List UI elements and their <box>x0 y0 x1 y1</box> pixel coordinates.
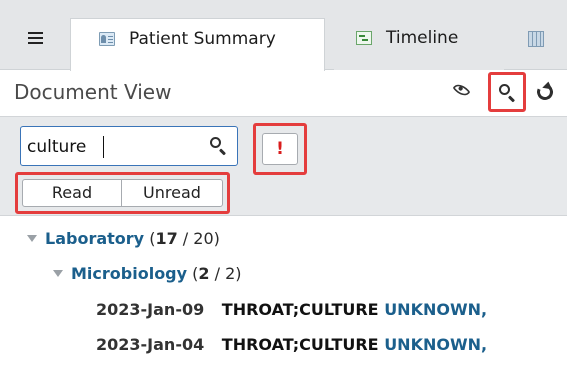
total-count: 20 <box>193 229 214 248</box>
important-filter-button[interactable]: ! <box>253 123 307 175</box>
tab-grid[interactable] <box>510 18 567 70</box>
text-cursor <box>103 136 104 158</box>
search-icon[interactable] <box>209 136 227 156</box>
refresh-icon[interactable] <box>533 80 557 104</box>
document-row[interactable]: 2023-Jan-09 THROAT;CULTURE UNKNOWN, <box>96 300 487 319</box>
category-count: (2 / 2) <box>192 264 242 283</box>
unread-count: 17 <box>155 229 178 248</box>
category-name: Microbiology <box>71 264 188 283</box>
eye-icon[interactable] <box>448 80 474 100</box>
read-button[interactable]: Read <box>23 180 122 206</box>
document-name: THROAT;CULTURE <box>221 335 379 354</box>
search-input[interactable] <box>27 133 197 161</box>
patient-summary-icon <box>99 32 115 46</box>
page-title: Document View <box>14 80 172 104</box>
category-count: (17 / 20) <box>149 229 220 248</box>
tab-label: Timeline <box>386 28 459 48</box>
unread-count: 2 <box>198 264 210 283</box>
tab-patient-summary[interactable]: Patient Summary <box>70 18 325 71</box>
document-date: 2023-Jan-04 <box>96 335 205 354</box>
unread-button[interactable]: Unread <box>122 180 222 206</box>
tab-bar: Patient Summary Timeline <box>0 0 567 71</box>
expand-triangle-icon[interactable] <box>27 235 37 242</box>
search-icon <box>498 83 516 103</box>
document-status: UNKNOWN, <box>384 300 488 319</box>
timeline-icon <box>356 31 372 45</box>
tree-node-laboratory[interactable]: Laboratory (17 / 20) <box>27 229 220 248</box>
document-view-screen: Patient Summary Timeline Document View c… <box>0 0 567 367</box>
menu-button[interactable] <box>0 18 70 58</box>
total-count: 2 <box>225 264 236 283</box>
search-field[interactable] <box>20 126 238 166</box>
search-toggle-button[interactable] <box>488 72 526 112</box>
document-status: UNKNOWN, <box>384 335 488 354</box>
toggle-group: Read Unread <box>22 179 223 207</box>
document-row[interactable]: 2023-Jan-04 THROAT;CULTURE UNKNOWN, <box>96 335 487 354</box>
exclamation-icon: ! <box>262 133 298 165</box>
tab-timeline[interactable]: Timeline <box>334 18 504 70</box>
document-date: 2023-Jan-09 <box>96 300 205 319</box>
document-name: THROAT;CULTURE <box>221 300 379 319</box>
read-unread-toggle: Read Unread <box>15 172 230 214</box>
tree-node-microbiology[interactable]: Microbiology (2 / 2) <box>53 264 242 283</box>
tab-label: Patient Summary <box>129 29 276 49</box>
grid-icon <box>528 31 544 47</box>
category-name: Laboratory <box>45 229 145 248</box>
hamburger-icon <box>27 32 43 44</box>
expand-triangle-icon[interactable] <box>53 270 63 277</box>
